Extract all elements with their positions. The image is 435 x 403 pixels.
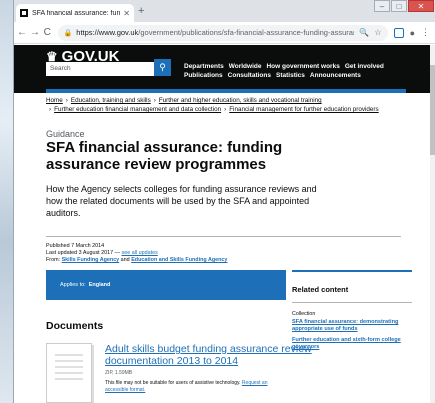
nav-announcements[interactable]: Announcements [310, 72, 361, 79]
applies-label: Applies to: [60, 282, 86, 288]
published-date: Published 7 March 2014 [46, 243, 105, 249]
minimize-icon[interactable]: – [374, 0, 390, 12]
page-summary: How the Agency selects colleges for fund… [46, 184, 317, 218]
address-bar[interactable]: 🔒 https://www.gov.uk/government/publicat… [57, 24, 388, 41]
nav-consultations[interactable]: Consultations [228, 72, 271, 79]
search-button[interactable]: ⚲ [154, 59, 171, 76]
menu-dots-icon[interactable]: ⋮ [421, 27, 430, 38]
accessibility-note: This file may not be suitable for users … [105, 380, 285, 393]
toolbar-right: ● ⋮ [393, 27, 435, 38]
last-updated: Last updated 3 August 2017 [46, 250, 114, 256]
url-host: https://www.gov.uk [76, 28, 139, 37]
browser-window: SFA financial assurance: funding ✕ + – □… [13, 0, 435, 403]
back-arrow-icon[interactable]: ← [17, 27, 27, 38]
updated-separator: — [113, 250, 122, 256]
nav-worldwide[interactable]: Worldwide [229, 63, 262, 70]
search-input[interactable]: Search [46, 62, 162, 76]
applies-to-banner: Applies to: England [46, 270, 286, 300]
org-link-esfa[interactable]: Education and Skills Funding Agency [131, 257, 227, 263]
profile-icon[interactable]: ● [410, 28, 415, 38]
nav-departments[interactable]: Departments [184, 63, 224, 70]
extension-icon[interactable] [393, 27, 404, 38]
related-link-demonstrating-funds[interactable]: SFA financial assurance: demonstrating a… [292, 319, 412, 333]
breadcrumb-education[interactable]: Education, training and skills [71, 97, 151, 104]
nav-how-government-works[interactable]: How government works [266, 63, 339, 70]
header-navigation: Departments Worldwide How government works… [184, 62, 389, 80]
govuk-favicon-icon [20, 9, 28, 17]
browser-tab[interactable]: SFA financial assurance: funding ✕ [16, 4, 134, 22]
document-meta: ZIP, 1.59MB [105, 370, 133, 376]
accessibility-text: This file may not be suitable for users … [105, 380, 242, 386]
bookmark-star-icon[interactable]: ☆ [374, 28, 381, 37]
nav-publications[interactable]: Publications [184, 72, 223, 79]
breadcrumb-fe-financial-management[interactable]: Further education financial management a… [54, 106, 221, 113]
header-blue-bar [46, 89, 406, 93]
tab-title: SFA financial assurance: funding [32, 9, 121, 17]
breadcrumb-home[interactable]: Home [46, 97, 63, 104]
document-thumbnail-icon[interactable] [46, 343, 92, 403]
close-window-icon[interactable]: ✕ [408, 0, 434, 12]
breadcrumb-further-higher-education[interactable]: Further and higher education, skills and… [159, 97, 322, 104]
page-scrollbar[interactable] [430, 45, 435, 403]
search-icon: ⚲ [159, 62, 166, 72]
breadcrumb-financial-management-providers[interactable]: Financial management for further educati… [229, 106, 378, 113]
from-and: and [119, 257, 132, 263]
collection-label: Collection [292, 311, 316, 317]
related-top-bar [292, 270, 412, 272]
maximize-icon[interactable]: □ [391, 0, 407, 12]
forward-arrow-icon[interactable]: → [30, 27, 40, 38]
document-link[interactable]: Adult skills budget funding assurance re… [105, 343, 315, 367]
lock-icon: 🔒 [63, 29, 73, 37]
related-content: Related content Collection SFA financial… [292, 270, 412, 351]
breadcrumb-separator: › [65, 97, 68, 104]
scrollbar-thumb[interactable] [430, 65, 435, 155]
breadcrumb: Home › Education, training and skills › Furt… [46, 96, 386, 114]
zoom-icon[interactable]: 🔍 [359, 28, 369, 37]
url-path: /government/publications/sfa-financial-a… [138, 28, 355, 37]
browser-toolbar: ← → C 🔒 https://www.gov.uk/government/pu… [14, 22, 435, 44]
nav-statistics[interactable]: Statistics [276, 72, 305, 79]
org-link-skills-funding-agency[interactable]: Skills Funding Agency [62, 257, 120, 263]
nav-get-involved[interactable]: Get involved [345, 63, 384, 70]
breadcrumb-separator: › [49, 106, 52, 113]
tab-strip: SFA financial assurance: funding ✕ + – □… [14, 0, 435, 22]
page-title: SFA financial assurance: funding assuran… [46, 139, 283, 173]
breadcrumb-separator: › [153, 97, 156, 104]
documents-heading: Documents [46, 320, 104, 332]
related-heading: Related content [292, 285, 349, 294]
see-all-updates-link[interactable]: see all updates [122, 250, 158, 256]
desktop-background [0, 0, 14, 403]
reload-icon[interactable]: C [43, 27, 52, 38]
applies-value: England [88, 282, 111, 288]
related-divider [292, 302, 412, 303]
divider [46, 236, 401, 237]
from-label: From: [46, 257, 62, 263]
close-tab-icon[interactable]: ✕ [123, 9, 130, 18]
new-tab-icon[interactable]: + [138, 5, 144, 17]
window-controls: – □ ✕ [373, 0, 434, 12]
url-text[interactable]: https://www.gov.uk/government/publicatio… [76, 28, 354, 37]
breadcrumb-separator: › [224, 106, 227, 113]
publication-metadata: Published 7 March 2014 Last updated 3 Au… [46, 243, 346, 264]
page-caption: Guidance [46, 129, 85, 139]
search-placeholder: Search [50, 65, 71, 72]
